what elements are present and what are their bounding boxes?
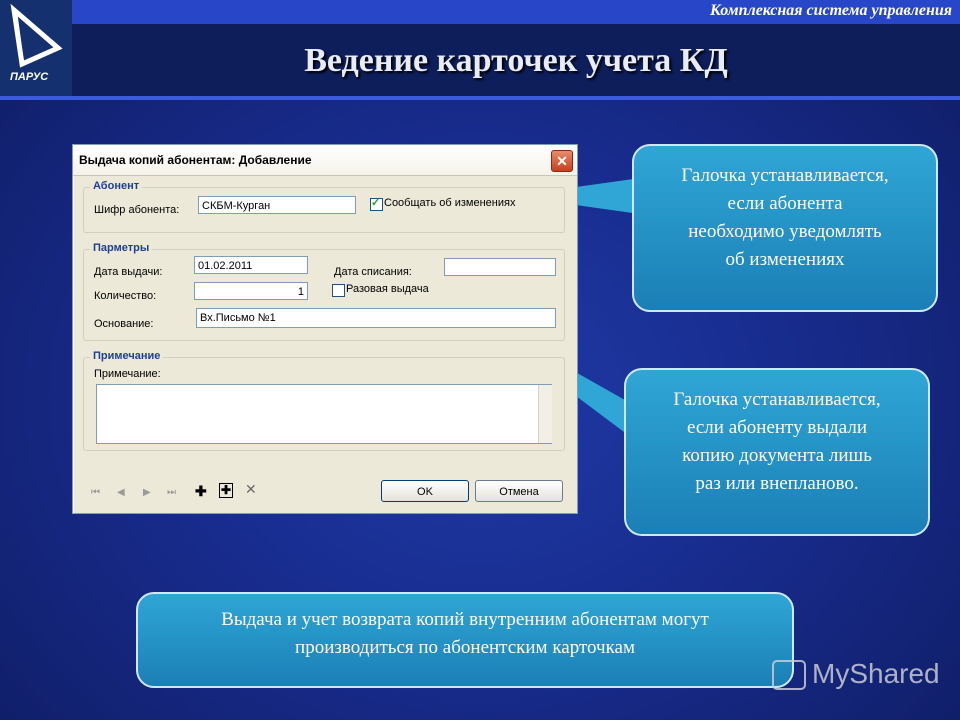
add-copy-icon[interactable]: ✚ — [219, 483, 234, 498]
dialog-titlebar[interactable]: Выдача копий абонентам: Добавление ✕ — [73, 145, 577, 176]
basis-field[interactable]: Вх.Письмо №1 — [196, 308, 556, 328]
watermark-text: MyShared — [812, 658, 940, 689]
callout-bottom: Выдача и учет возврата копий внутренним … — [136, 592, 794, 688]
slide: ПАРУС Комплексная система управления Вед… — [0, 0, 960, 720]
one-time-label: Разовая выдача — [346, 283, 429, 295]
group-subscriber-legend: Абонент — [90, 180, 143, 192]
cancel-button[interactable]: Отмена — [475, 480, 563, 502]
dialog-title: Выдача копий абонентам: Добавление — [79, 153, 312, 167]
one-time-checkbox[interactable] — [332, 284, 345, 297]
writeoff-date-label: Дата списания: — [334, 266, 412, 278]
add-icon[interactable]: ✚ — [195, 483, 207, 500]
first-record-icon[interactable]: ⏮ — [91, 487, 100, 498]
group-note-legend: Примечание — [90, 350, 164, 362]
callout-notify-line: необходимо уведомлять — [688, 221, 882, 242]
basis-label: Основание: — [94, 318, 154, 330]
callout-notify-line: об изменениях — [725, 249, 845, 270]
add-copy-dialog: Выдача копий абонентам: Добавление ✕ Або… — [72, 144, 578, 514]
subscriber-code-field[interactable]: СКБМ-Курган — [198, 196, 356, 214]
note-textarea[interactable] — [96, 384, 552, 444]
callout-one-time-line: копию документа лишь — [682, 445, 872, 466]
callout-bottom-line: Выдача и учет возврата копий внутренним … — [221, 609, 709, 630]
group-params: Парметры Дата выдачи: 01.02.2011 Дата сп… — [83, 242, 565, 341]
note-scrollbar[interactable] — [538, 385, 552, 443]
group-params-legend: Парметры — [90, 242, 153, 254]
delete-icon[interactable]: ✕ — [245, 481, 257, 498]
last-record-icon[interactable]: ⏭ — [167, 487, 176, 498]
callout-notify-line: если абонента — [727, 193, 843, 214]
notify-label: Сообщать об изменениях — [384, 197, 516, 209]
issue-date-field[interactable]: 01.02.2011 — [194, 256, 308, 274]
writeoff-date-field[interactable] — [444, 258, 556, 276]
quantity-label: Количество: — [94, 290, 157, 302]
callout-one-time-line: если абоненту выдали — [686, 417, 868, 438]
callout-notify: Галочка устанавливается, если абонента н… — [632, 144, 938, 312]
watermark-icon — [772, 660, 806, 690]
group-note: Примечание Примечание: — [83, 350, 565, 451]
notify-checkbox[interactable] — [370, 196, 383, 211]
close-icon[interactable]: ✕ — [551, 150, 573, 172]
callout-one-time-line: Галочка устанавливается, — [673, 389, 881, 410]
callout-one-time: Галочка устанавливается, если абоненту в… — [624, 368, 930, 536]
subscriber-code-label: Шифр абонента: — [94, 204, 180, 216]
callout-one-time-line: раз или внепланово. — [695, 473, 859, 494]
note-label: Примечание: — [94, 368, 161, 380]
quantity-field[interactable]: 1 — [194, 282, 308, 300]
ok-button[interactable]: OK — [381, 480, 469, 502]
callout-notify-line: Галочка устанавливается, — [681, 165, 889, 186]
group-subscriber: Абонент Шифр абонента: СКБМ-Курган Сообщ… — [83, 180, 565, 233]
prev-record-icon[interactable]: ◀ — [117, 487, 125, 498]
issue-date-label: Дата выдачи: — [94, 266, 163, 278]
next-record-icon[interactable]: ▶ — [143, 487, 151, 498]
callout-bottom-line: производиться по абонентским карточкам — [295, 637, 635, 658]
